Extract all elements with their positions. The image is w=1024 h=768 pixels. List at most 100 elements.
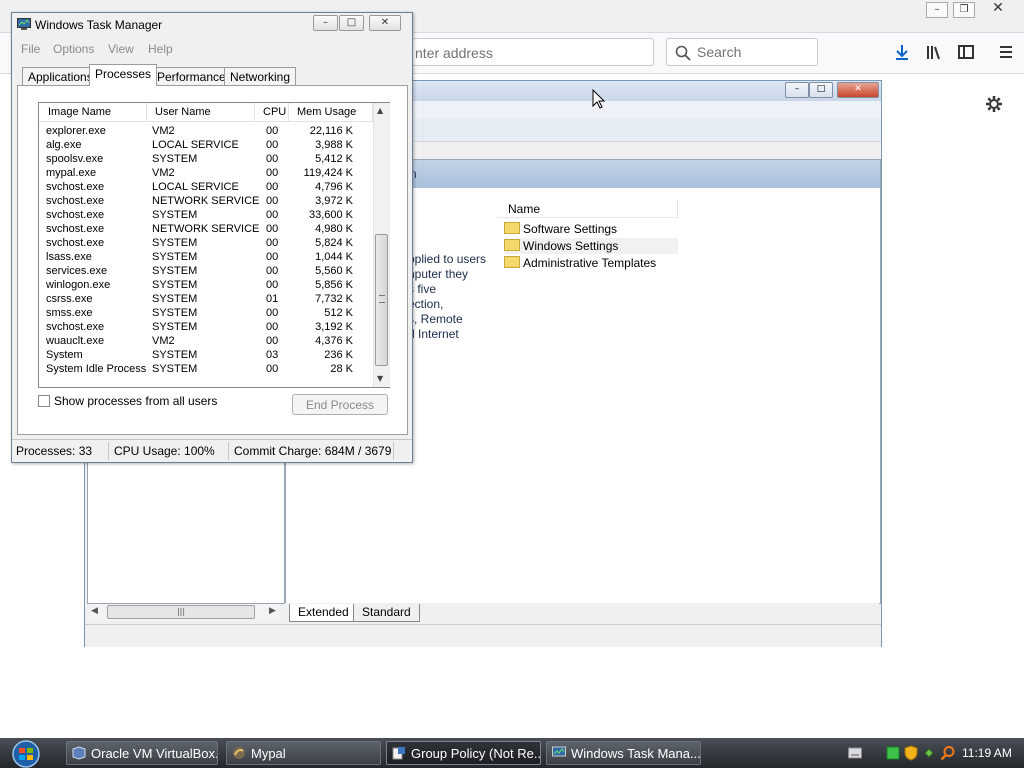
table-row[interactable]: csrss.exe SYSTEM 01 7,732 K bbox=[39, 292, 372, 306]
scroll-up-arrow-icon[interactable]: ▲ bbox=[377, 106, 383, 115]
gp-minimize-button[interactable]: – bbox=[785, 82, 809, 98]
status-separator bbox=[228, 442, 229, 460]
task-manager-titlebar[interactable]: Windows Task Manager – □ ✕ bbox=[12, 13, 412, 35]
gp-item-administrative-templates[interactable]: Administrative Templates bbox=[504, 255, 656, 271]
status-separator bbox=[393, 442, 394, 460]
process-mem-usage: 3,192 K bbox=[315, 321, 353, 333]
table-row[interactable]: spoolsv.exe SYSTEM 00 5,412 K bbox=[39, 152, 372, 166]
table-row[interactable]: alg.exe LOCAL SERVICE 00 3,988 K bbox=[39, 138, 372, 152]
process-list-scroll-thumb[interactable] bbox=[375, 234, 388, 366]
table-row[interactable]: svchost.exe SYSTEM 00 33,600 K bbox=[39, 208, 372, 222]
address-bar[interactable]: nter address bbox=[412, 38, 654, 66]
gp-description-line: pplied to users bbox=[408, 252, 487, 266]
downloads-icon[interactable] bbox=[892, 42, 912, 62]
table-row[interactable]: explorer.exe VM2 00 22,116 K bbox=[39, 124, 372, 138]
task-manager-window[interactable]: Windows Task Manager – □ ✕ File Options … bbox=[11, 12, 413, 463]
table-row[interactable]: svchost.exe NETWORK SERVICE 00 4,980 K bbox=[39, 222, 372, 236]
gp-tree-hscrollbar[interactable]: ◀ ||| ▶ bbox=[91, 604, 279, 620]
tab-extended[interactable]: Extended bbox=[289, 604, 358, 622]
process-user-name: LOCAL SERVICE bbox=[152, 139, 239, 151]
show-all-users-label[interactable]: Show processes from all users bbox=[54, 394, 217, 408]
process-image-name: svchost.exe bbox=[46, 321, 105, 333]
scroll-down-arrow-icon[interactable]: ▼ bbox=[377, 374, 383, 383]
tm-maximize-button[interactable]: □ bbox=[339, 15, 364, 31]
gear-icon[interactable] bbox=[985, 95, 1003, 113]
process-image-name: smss.exe bbox=[46, 307, 93, 319]
table-row[interactable]: smss.exe SYSTEM 00 512 K bbox=[39, 306, 372, 320]
hamburger-menu-icon[interactable] bbox=[996, 42, 1016, 62]
scroll-right-arrow-icon[interactable]: ▶ bbox=[269, 606, 276, 616]
table-row[interactable]: svchost.exe SYSTEM 00 5,824 K bbox=[39, 236, 372, 250]
table-row[interactable]: wuauclt.exe VM2 00 4,376 K bbox=[39, 334, 372, 348]
process-cpu: 00 bbox=[266, 181, 279, 193]
taskbar-clock[interactable]: 11:19 AM bbox=[962, 746, 1012, 760]
start-button-icon[interactable] bbox=[6, 739, 46, 768]
gp-description-line: ection, bbox=[408, 297, 444, 311]
browser-minimize-button[interactable]: – bbox=[926, 2, 948, 18]
taskbar-item-mypal[interactable]: Mypal bbox=[226, 741, 381, 765]
magnifier-icon[interactable] bbox=[940, 745, 956, 761]
table-row[interactable]: svchost.exe SYSTEM 00 3,192 K bbox=[39, 320, 372, 334]
tm-minimize-button[interactable]: – bbox=[313, 15, 338, 31]
gp-item-software-settings[interactable]: Software Settings bbox=[504, 221, 617, 237]
column-mem-usage[interactable]: Mem Usage bbox=[289, 103, 373, 122]
gp-close-button[interactable]: ✕ bbox=[837, 82, 879, 98]
process-user-name: SYSTEM bbox=[152, 265, 198, 277]
process-user-name: SYSTEM bbox=[152, 321, 198, 333]
table-row[interactable]: System SYSTEM 03 236 K bbox=[39, 348, 372, 362]
browser-search-box[interactable]: Search bbox=[666, 38, 818, 66]
column-image-name[interactable]: Image Name bbox=[39, 103, 147, 122]
keyboard-icon[interactable] bbox=[848, 747, 862, 759]
column-user-name[interactable]: User Name bbox=[147, 103, 255, 122]
table-row[interactable]: svchost.exe NETWORK SERVICE 00 3,972 K bbox=[39, 194, 372, 208]
end-process-button[interactable]: End Process bbox=[292, 394, 388, 415]
menu-help[interactable]: Help bbox=[148, 42, 173, 56]
table-row[interactable]: lsass.exe SYSTEM 00 1,044 K bbox=[39, 250, 372, 264]
taskbar-item-label: Oracle VM VirtualBox... bbox=[91, 746, 218, 761]
tab-processes[interactable]: Processes bbox=[89, 64, 158, 86]
taskbar-item-virtualbox[interactable]: Oracle VM VirtualBox... bbox=[66, 741, 218, 765]
tab-applications[interactable]: Applications bbox=[22, 67, 99, 85]
gp-maximize-button[interactable]: □ bbox=[809, 82, 833, 98]
show-all-users-checkbox[interactable] bbox=[38, 395, 50, 407]
tab-standard[interactable]: Standard bbox=[353, 604, 420, 622]
table-row[interactable]: services.exe SYSTEM 00 5,560 K bbox=[39, 264, 372, 278]
process-user-name: NETWORK SERVICE bbox=[152, 195, 260, 207]
gp-item-windows-settings[interactable]: Windows Settings bbox=[504, 238, 678, 254]
gp-item-label: Administrative Templates bbox=[523, 256, 657, 270]
scroll-left-arrow-icon[interactable]: ◀ bbox=[91, 606, 98, 616]
process-list-vscrollbar[interactable]: ▲ ▼ bbox=[373, 103, 390, 387]
browser-close-button[interactable]: ✕ bbox=[985, 0, 1011, 16]
process-cpu: 00 bbox=[266, 307, 279, 319]
task-manager-title: Windows Task Manager bbox=[35, 18, 163, 32]
process-mem-usage: 4,376 K bbox=[315, 335, 353, 347]
library-icon[interactable] bbox=[924, 42, 944, 62]
process-cpu: 00 bbox=[266, 237, 279, 249]
tm-close-button[interactable]: ✕ bbox=[369, 15, 401, 31]
table-row[interactable]: mypal.exe VM2 00 119,424 K bbox=[39, 166, 372, 180]
gp-column-name[interactable]: Name bbox=[498, 200, 678, 218]
tab-networking[interactable]: Networking bbox=[224, 67, 297, 85]
tab-performance[interactable]: Performance bbox=[151, 67, 232, 85]
security-shield-icon[interactable] bbox=[904, 745, 918, 761]
column-cpu[interactable]: CPU bbox=[255, 103, 289, 122]
process-mem-usage: 119,424 K bbox=[303, 167, 353, 179]
process-list[interactable]: Image Name User Name CPU Mem Usage explo… bbox=[38, 102, 390, 388]
menu-file[interactable]: File bbox=[21, 42, 40, 56]
taskbar-item-task-manager[interactable]: Windows Task Mana... bbox=[546, 741, 701, 765]
process-user-name: NETWORK SERVICE bbox=[152, 223, 260, 235]
process-image-name: spoolsv.exe bbox=[46, 153, 104, 165]
sidebar-icon[interactable] bbox=[956, 42, 976, 62]
table-row[interactable]: svchost.exe LOCAL SERVICE 00 4,796 K bbox=[39, 180, 372, 194]
menu-view[interactable]: View bbox=[108, 42, 134, 56]
process-cpu: 00 bbox=[266, 139, 279, 151]
table-row[interactable]: winlogon.exe SYSTEM 00 5,856 K bbox=[39, 278, 372, 292]
table-row[interactable]: System Idle Process SYSTEM 00 28 K bbox=[39, 362, 372, 376]
network-icon[interactable] bbox=[886, 746, 900, 760]
menu-options[interactable]: Options bbox=[53, 42, 94, 56]
browser-restore-button[interactable]: ❐ bbox=[953, 2, 975, 18]
gp-tree-hscroll-thumb[interactable]: ||| bbox=[107, 605, 255, 619]
usb-device-icon[interactable] bbox=[922, 746, 936, 760]
task-manager-icon bbox=[552, 746, 566, 757]
taskbar-item-group-policy[interactable]: Group Policy (Not Re... bbox=[386, 741, 541, 765]
